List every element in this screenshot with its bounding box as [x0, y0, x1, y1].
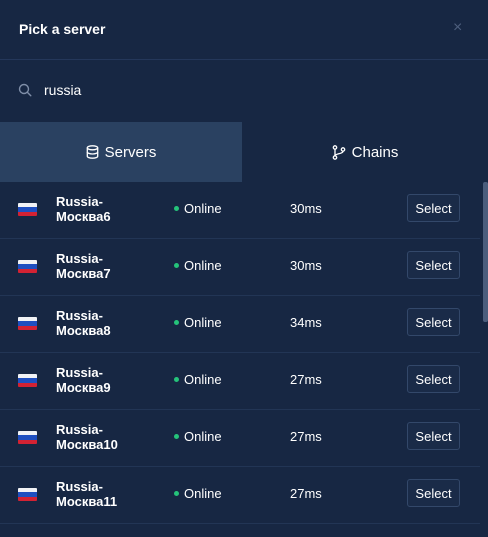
dialog-header: Pick a server × [0, 0, 488, 60]
russia-flag-icon [18, 203, 37, 216]
russia-flag-icon [18, 488, 37, 501]
select-button[interactable]: Select [407, 422, 460, 450]
server-row: Russia-Москва8 Online 34ms Select [0, 296, 480, 353]
server-name: Russia-Москва11 [56, 479, 118, 509]
server-row: Russia-Москва7 Online 30ms Select [0, 239, 480, 296]
search-input[interactable] [44, 79, 464, 101]
tab-servers[interactable]: Servers [0, 122, 242, 182]
online-dot-icon [174, 491, 179, 496]
search-icon [18, 83, 32, 97]
server-ping: 27ms [290, 429, 322, 444]
server-ping: 27ms [290, 372, 322, 387]
select-button[interactable]: Select [407, 479, 460, 507]
tab-chains-label: Chains [351, 143, 399, 161]
status-text: Online [184, 258, 222, 273]
status-text: Online [184, 315, 222, 330]
online-dot-icon [174, 434, 179, 439]
server-ping: 30ms [290, 201, 322, 216]
scrollbar-thumb[interactable] [483, 182, 488, 322]
server-name: Russia-Москва7 [56, 251, 111, 281]
server-status: Online [174, 486, 222, 501]
close-icon[interactable]: × [453, 18, 462, 38]
server-status: Online [174, 372, 222, 387]
status-text: Online [184, 201, 222, 216]
tab-bar: Servers Chains [0, 122, 488, 182]
server-ping: 30ms [290, 258, 322, 273]
russia-flag-icon [18, 374, 37, 387]
server-row: Russia-Москва9 Online 27ms Select [0, 353, 480, 410]
server-status: Online [174, 429, 222, 444]
server-row: Russia-Москва6 Online 30ms Select [0, 182, 480, 239]
server-status: Online [174, 258, 222, 273]
server-row: Russia-Москва10 Online 27ms Select [0, 410, 480, 467]
server-status: Online [174, 315, 222, 330]
server-name: Russia-Москва8 [56, 308, 111, 338]
select-button[interactable]: Select [407, 308, 460, 336]
server-name: Russia-Москва10 [56, 422, 118, 452]
online-dot-icon [174, 206, 179, 211]
dialog-title: Pick a server [19, 21, 106, 37]
branch-icon [332, 144, 345, 160]
tab-chains[interactable]: Chains [242, 122, 488, 182]
status-text: Online [184, 429, 222, 444]
select-button[interactable]: Select [407, 251, 460, 279]
online-dot-icon [174, 263, 179, 268]
status-text: Online [184, 372, 222, 387]
select-button[interactable]: Select [407, 365, 460, 393]
server-status: Online [174, 201, 222, 216]
russia-flag-icon [18, 431, 37, 444]
server-ping: 34ms [290, 315, 322, 330]
select-button[interactable]: Select [407, 194, 460, 222]
russia-flag-icon [18, 260, 37, 273]
online-dot-icon [174, 320, 179, 325]
server-name: Russia-Москва9 [56, 365, 111, 395]
server-picker-dialog: Pick a server × Servers Chains [0, 0, 488, 537]
server-list: Russia-Москва6 Online 30ms Select Russia… [0, 182, 480, 537]
server-row: Russia-Москва11 Online 27ms Select [0, 467, 480, 524]
server-name: Russia-Москва6 [56, 194, 111, 224]
server-ping: 27ms [290, 486, 322, 501]
database-icon [86, 145, 99, 159]
online-dot-icon [174, 377, 179, 382]
russia-flag-icon [18, 317, 37, 330]
tab-servers-label: Servers [104, 143, 157, 161]
status-text: Online [184, 486, 222, 501]
